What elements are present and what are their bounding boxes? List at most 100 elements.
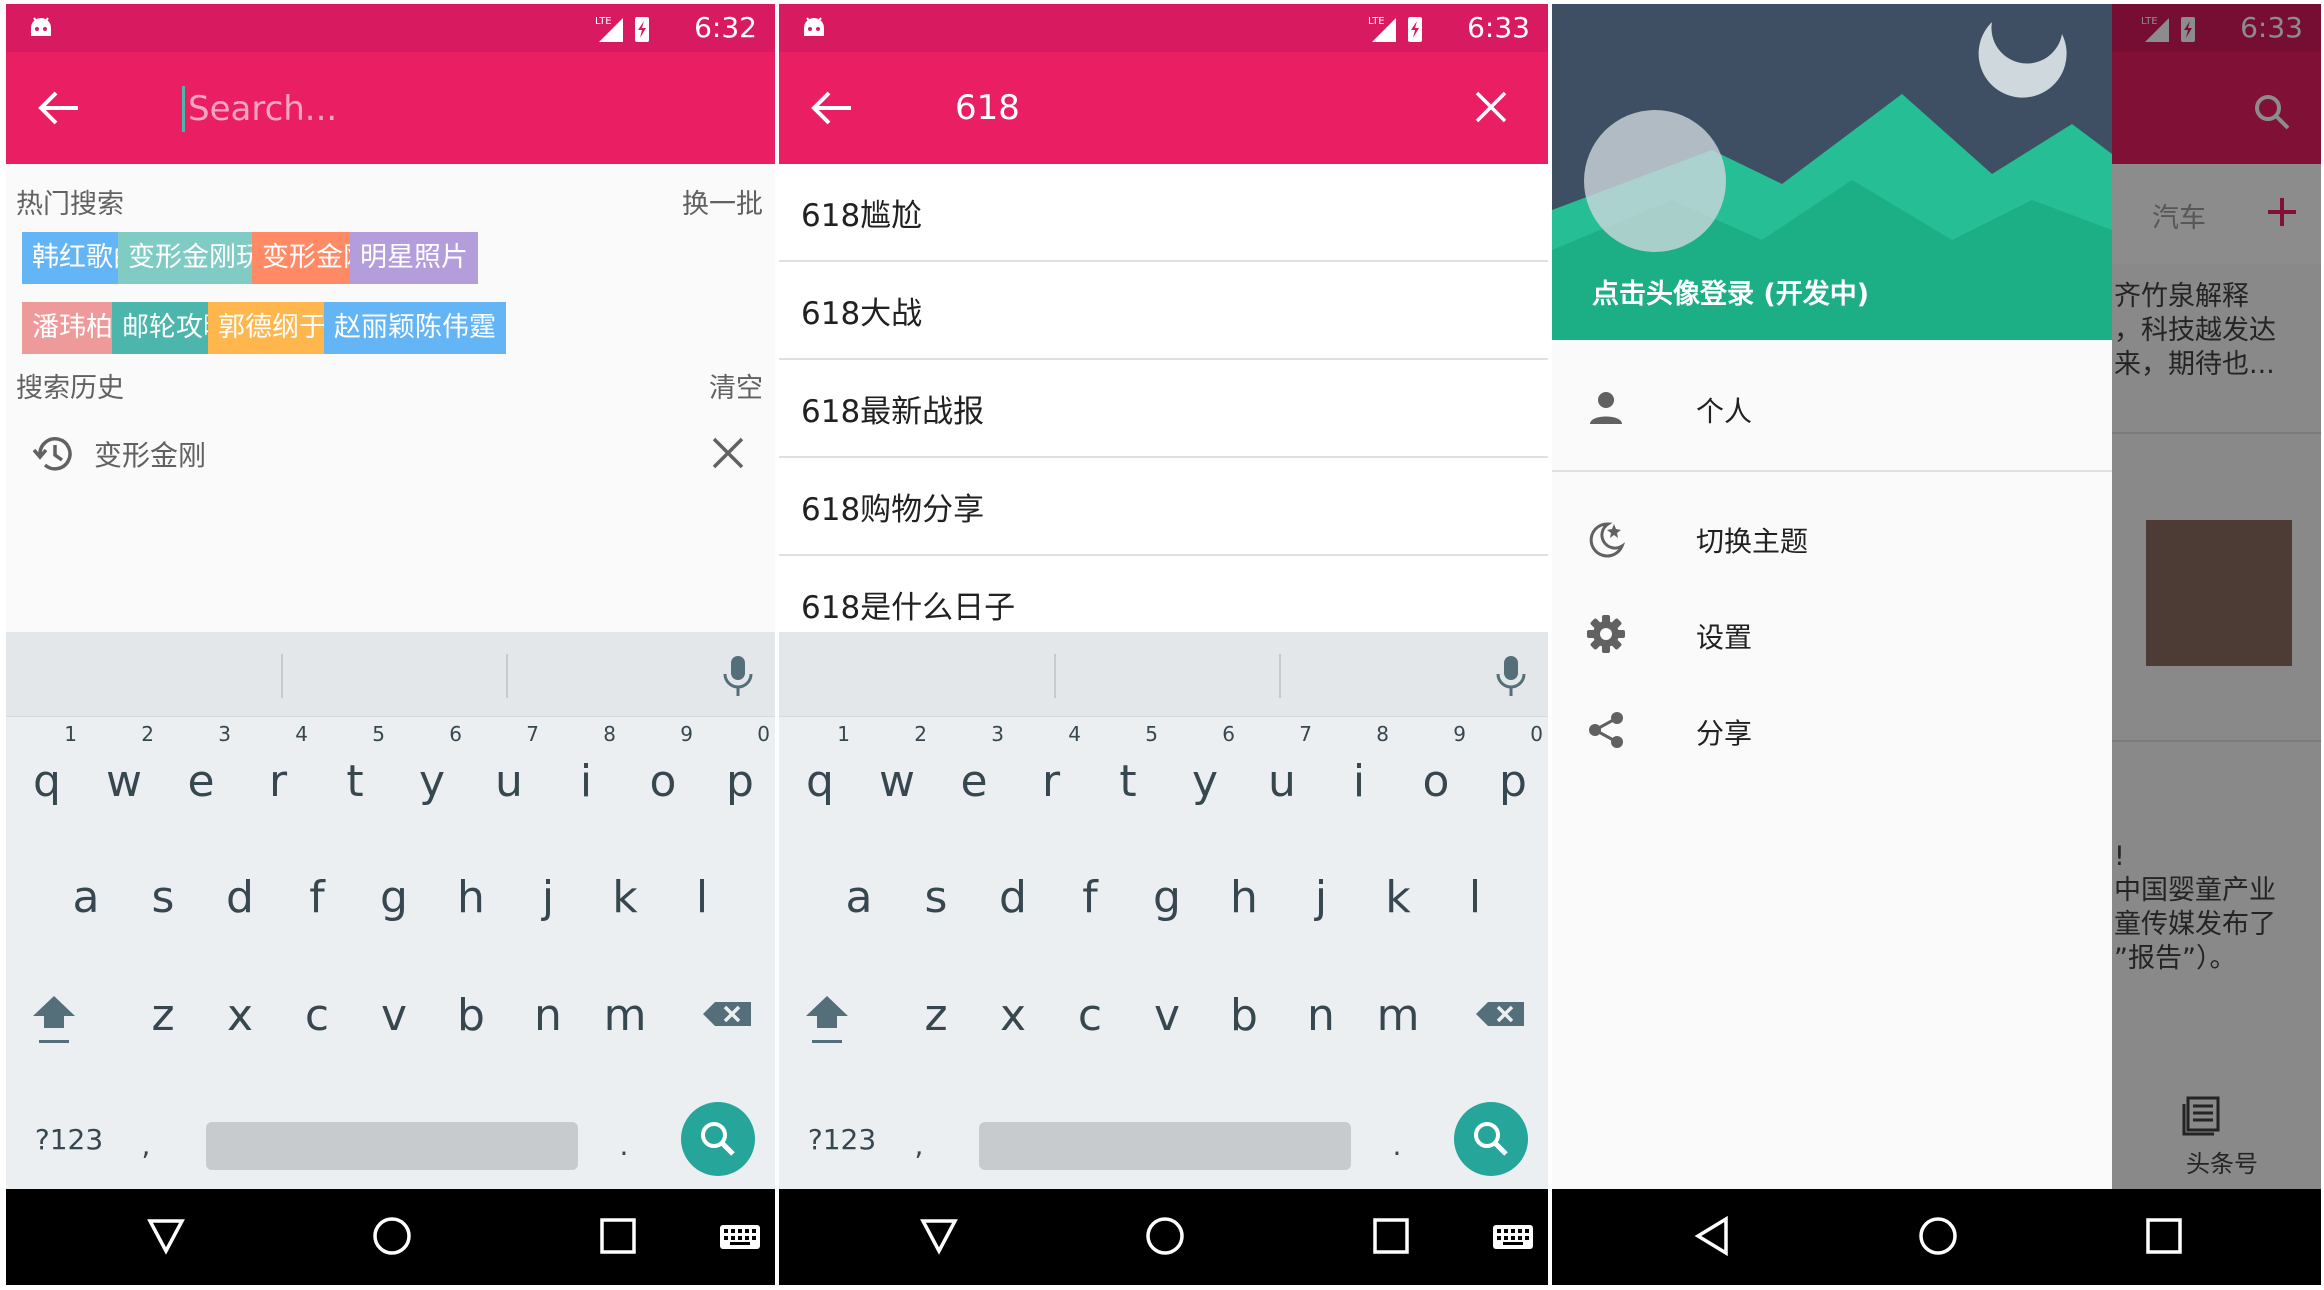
key-n[interactable]: n <box>510 976 586 1056</box>
comma-key[interactable]: , <box>899 1106 939 1186</box>
key-d[interactable]: d <box>975 858 1051 938</box>
key-j[interactable]: j <box>1283 858 1359 938</box>
key-u[interactable]: u7 <box>1244 724 1320 822</box>
key-i[interactable]: i8 <box>548 724 624 822</box>
key-w[interactable]: w2 <box>86 724 162 822</box>
key-w[interactable]: w2 <box>859 724 935 822</box>
clear-history-button[interactable]: 清空 <box>709 366 763 405</box>
menu-item-theme[interactable]: 切换主题 <box>1552 490 2112 586</box>
key-x[interactable]: x <box>975 976 1051 1056</box>
mic-icon[interactable] <box>1494 654 1528 698</box>
key-b[interactable]: b <box>1206 976 1282 1056</box>
period-key[interactable]: . <box>1377 1106 1417 1186</box>
search-query[interactable]: 618 <box>955 82 1020 134</box>
key-x[interactable]: x <box>202 976 278 1056</box>
key-d[interactable]: d <box>202 858 278 938</box>
back-arrow-icon[interactable] <box>809 88 853 128</box>
key-e[interactable]: e3 <box>936 724 1012 822</box>
key-j[interactable]: j <box>510 858 586 938</box>
hot-tag[interactable]: 潘玮柏 <box>22 302 123 354</box>
key-l[interactable]: l <box>664 858 740 938</box>
key-y[interactable]: y6 <box>1167 724 1243 822</box>
key-q[interactable]: q1 <box>782 724 858 822</box>
key-c[interactable]: c <box>1052 976 1128 1056</box>
keyboard-switch-icon[interactable] <box>1491 1211 1535 1261</box>
space-key[interactable] <box>979 1122 1351 1170</box>
key-t[interactable]: t5 <box>1090 724 1166 822</box>
key-q[interactable]: q1 <box>9 724 85 822</box>
key-s[interactable]: s <box>898 858 974 938</box>
key-g[interactable]: g <box>356 858 432 938</box>
key-m[interactable]: m <box>587 976 663 1056</box>
history-item[interactable]: 变形金刚 <box>6 414 775 494</box>
key-a[interactable]: a <box>48 858 124 938</box>
key-n[interactable]: n <box>1283 976 1359 1056</box>
home-nav-icon[interactable] <box>1143 1211 1187 1261</box>
key-f[interactable]: f <box>1052 858 1128 938</box>
back-nav-icon[interactable] <box>1692 1211 1732 1261</box>
key-m[interactable]: m <box>1360 976 1436 1056</box>
symbols-key[interactable]: ?123 <box>24 1100 114 1180</box>
suggestion-item[interactable]: 618购物分享 <box>779 458 1548 556</box>
mic-icon[interactable] <box>721 654 755 698</box>
search-action-key[interactable] <box>1454 1102 1528 1176</box>
space-key[interactable] <box>206 1122 578 1170</box>
suggestion-item[interactable]: 618尴尬 <box>779 164 1548 262</box>
recents-nav-icon[interactable] <box>1371 1211 1411 1261</box>
home-nav-icon[interactable] <box>370 1211 414 1261</box>
key-t[interactable]: t5 <box>317 724 393 822</box>
search-input[interactable] <box>186 82 690 136</box>
shift-key[interactable] <box>789 976 865 1056</box>
key-g[interactable]: g <box>1129 858 1205 938</box>
key-h[interactable]: h <box>433 858 509 938</box>
shift-key[interactable] <box>16 976 92 1056</box>
key-s[interactable]: s <box>125 858 201 938</box>
key-a[interactable]: a <box>821 858 897 938</box>
key-f[interactable]: f <box>279 858 355 938</box>
key-v[interactable]: v <box>356 976 432 1056</box>
key-k[interactable]: k <box>1360 858 1436 938</box>
key-k[interactable]: k <box>587 858 663 938</box>
recents-nav-icon[interactable] <box>2144 1211 2184 1261</box>
suggestion-item[interactable]: 618最新战报 <box>779 360 1548 458</box>
key-p[interactable]: p0 <box>702 724 775 822</box>
key-e[interactable]: e3 <box>163 724 239 822</box>
refresh-button[interactable]: 换一批 <box>682 182 763 221</box>
avatar[interactable] <box>1584 110 1726 252</box>
back-arrow-icon[interactable] <box>36 88 80 128</box>
search-action-key[interactable] <box>681 1102 755 1176</box>
key-l[interactable]: l <box>1437 858 1513 938</box>
key-b[interactable]: b <box>433 976 509 1056</box>
key-o[interactable]: o9 <box>1398 724 1474 822</box>
clear-query-icon[interactable] <box>1474 90 1508 124</box>
backspace-key[interactable] <box>690 976 766 1056</box>
recents-nav-icon[interactable] <box>598 1211 638 1261</box>
key-o[interactable]: o9 <box>625 724 701 822</box>
key-p[interactable]: p0 <box>1475 724 1548 822</box>
menu-item-settings[interactable]: 设置 <box>1552 586 2112 682</box>
key-z[interactable]: z <box>125 976 201 1056</box>
back-nav-icon[interactable] <box>919 1211 959 1261</box>
delete-history-icon[interactable] <box>711 436 745 470</box>
menu-item-share[interactable]: 分享 <box>1552 682 2112 778</box>
comma-key[interactable]: , <box>126 1106 166 1186</box>
suggestion-item[interactable]: 618大战 <box>779 262 1548 360</box>
back-nav-icon[interactable] <box>146 1211 186 1261</box>
key-u[interactable]: u7 <box>471 724 547 822</box>
home-nav-icon[interactable] <box>1916 1211 1960 1261</box>
key-r[interactable]: r4 <box>240 724 316 822</box>
login-prompt[interactable]: 点击头像登录 (开发中) <box>1592 272 1869 311</box>
backspace-key[interactable] <box>1463 976 1539 1056</box>
drawer-scrim[interactable] <box>2112 4 2321 1189</box>
key-v[interactable]: v <box>1129 976 1205 1056</box>
hot-tag[interactable]: 明星照片 <box>350 232 478 284</box>
symbols-key[interactable]: ?123 <box>797 1100 887 1180</box>
key-z[interactable]: z <box>898 976 974 1056</box>
key-r[interactable]: r4 <box>1013 724 1089 822</box>
hot-tag[interactable]: 赵丽颖陈伟霆 <box>324 302 506 354</box>
key-i[interactable]: i8 <box>1321 724 1397 822</box>
key-c[interactable]: c <box>279 976 355 1056</box>
key-h[interactable]: h <box>1206 858 1282 938</box>
menu-item-profile[interactable]: 个人 <box>1552 360 2112 456</box>
key-y[interactable]: y6 <box>394 724 470 822</box>
